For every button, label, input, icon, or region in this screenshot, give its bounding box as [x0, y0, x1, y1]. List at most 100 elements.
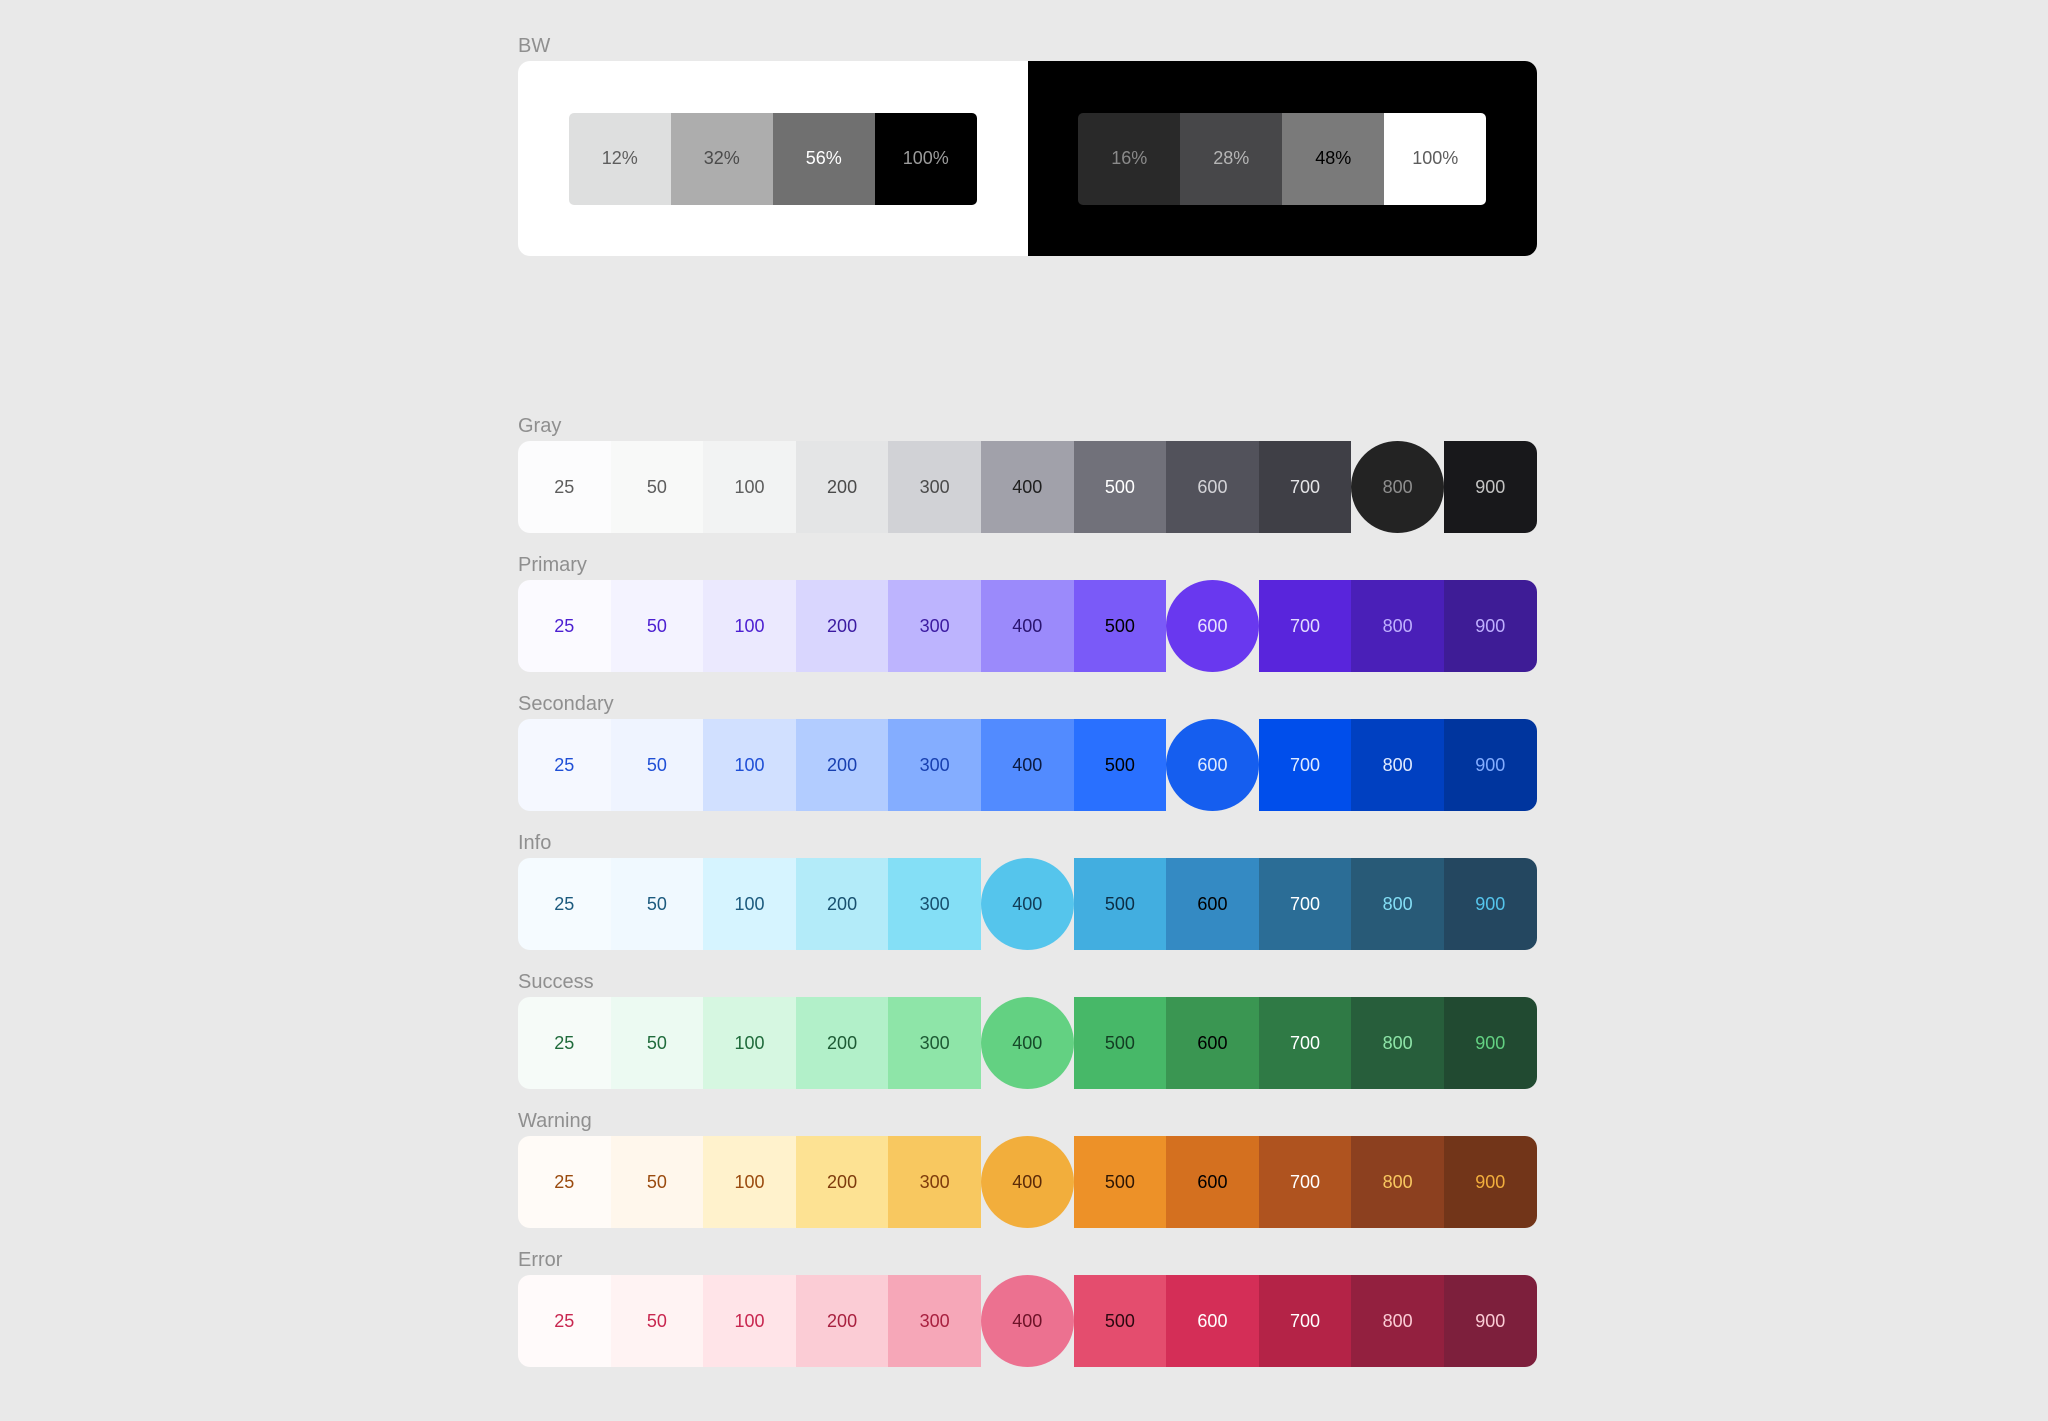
success-swatch-800: 800	[1351, 997, 1444, 1089]
gray-swatch-25: 25	[518, 441, 611, 533]
primary-palette-row: 25 50 100 200 300 400 500 600 700 800 900	[518, 580, 1537, 672]
gray-swatch-900: 900	[1443, 441, 1537, 533]
warning-swatch-700: 700	[1258, 1136, 1352, 1228]
info-swatch-100: 100	[703, 858, 796, 950]
secondary-label: Secondary	[518, 693, 614, 715]
warning-swatch-100: 100	[703, 1136, 796, 1228]
secondary-swatch-300: 300	[888, 719, 981, 811]
primary-swatch-500: 500	[1073, 580, 1167, 672]
gray-label: Gray	[518, 415, 562, 437]
bw-light-swatch: 32%	[670, 112, 773, 205]
primary-swatch-800: 800	[1351, 580, 1444, 672]
warning-swatch-300: 300	[888, 1136, 981, 1228]
gray-swatch-400: 400	[980, 441, 1074, 533]
success-label: Success	[518, 971, 594, 993]
bw-dark-swatch: 28%	[1180, 112, 1283, 205]
gray-swatch-700: 700	[1258, 441, 1352, 533]
bw-light-swatch: 100%	[874, 112, 977, 205]
secondary-swatch-200: 200	[795, 719, 889, 811]
primary-swatch-900: 900	[1443, 580, 1537, 672]
bw-dark-half: 16% 28% 48% 100%	[1027, 61, 1537, 256]
warning-palette-row: 25 50 100 200 300 400 500 600 700 800 900	[518, 1136, 1537, 1228]
error-swatch-300: 300	[888, 1275, 981, 1367]
secondary-swatch-400: 400	[980, 719, 1074, 811]
bw-light-half: 12% 32% 56% 100%	[518, 61, 1028, 256]
info-palette-row: 25 50 100 200 300 400 500 600 700 800 900	[518, 858, 1537, 950]
primary-swatch-25: 25	[518, 580, 611, 672]
info-swatch-300: 300	[888, 858, 981, 950]
primary-swatch-200: 200	[795, 580, 889, 672]
secondary-swatch-500: 500	[1073, 719, 1167, 811]
gray-swatch-50: 50	[610, 441, 704, 533]
primary-swatch-50: 50	[610, 580, 704, 672]
secondary-swatch-25: 25	[518, 719, 611, 811]
success-swatch-600: 600	[1166, 997, 1259, 1089]
warning-swatch-600: 600	[1166, 1136, 1259, 1228]
success-swatch-50: 50	[610, 997, 704, 1089]
info-label: Info	[518, 832, 552, 854]
info-swatch-700: 700	[1258, 858, 1352, 950]
error-swatch-700: 700	[1258, 1275, 1352, 1367]
bw-light-strip: 12% 32% 56% 100%	[568, 112, 977, 205]
secondary-palette-row: 25 50 100 200 300 400 500 600 700 800 900	[518, 719, 1537, 811]
gray-palette-row: 25 50 100 200 300 400 500 600 700 800 900	[518, 441, 1537, 533]
bw-light-swatch: 56%	[772, 112, 875, 205]
primary-label: Primary	[518, 554, 587, 576]
warning-swatch-400: 400	[980, 1136, 1074, 1228]
error-swatch-500: 500	[1073, 1275, 1167, 1367]
success-swatch-100: 100	[703, 997, 796, 1089]
warning-swatch-800: 800	[1351, 1136, 1444, 1228]
bw-panel: 12% 32% 56% 100% 16% 28% 48% 100%	[518, 61, 1537, 256]
gray-swatch-800: 800	[1351, 441, 1444, 533]
success-swatch-400: 400	[980, 997, 1074, 1089]
warning-swatch-500: 500	[1073, 1136, 1167, 1228]
gray-swatch-100: 100	[703, 441, 796, 533]
gray-swatch-300: 300	[888, 441, 981, 533]
info-swatch-25: 25	[518, 858, 611, 950]
error-swatch-600: 600	[1166, 1275, 1259, 1367]
primary-swatch-400: 400	[980, 580, 1074, 672]
success-swatch-900: 900	[1443, 997, 1537, 1089]
info-swatch-900: 900	[1443, 858, 1537, 950]
info-swatch-800: 800	[1351, 858, 1444, 950]
bw-label: BW	[518, 35, 551, 57]
gray-swatch-500: 500	[1073, 441, 1167, 533]
success-swatch-500: 500	[1073, 997, 1167, 1089]
warning-label: Warning	[518, 1110, 592, 1132]
warning-swatch-50: 50	[610, 1136, 704, 1228]
info-swatch-50: 50	[610, 858, 704, 950]
primary-swatch-300: 300	[888, 580, 981, 672]
info-swatch-200: 200	[795, 858, 889, 950]
warning-swatch-25: 25	[518, 1136, 611, 1228]
error-swatch-800: 800	[1351, 1275, 1444, 1367]
primary-swatch-100: 100	[703, 580, 796, 672]
secondary-swatch-100: 100	[703, 719, 796, 811]
success-swatch-25: 25	[518, 997, 611, 1089]
secondary-swatch-700: 700	[1258, 719, 1352, 811]
secondary-swatch-50: 50	[610, 719, 704, 811]
warning-swatch-200: 200	[795, 1136, 889, 1228]
info-swatch-600: 600	[1166, 858, 1259, 950]
success-palette-row: 25 50 100 200 300 400 500 600 700 800 900	[518, 997, 1537, 1089]
error-swatch-400: 400	[980, 1275, 1074, 1367]
info-swatch-400: 400	[980, 858, 1074, 950]
gray-swatch-600: 600	[1166, 441, 1259, 533]
secondary-swatch-800: 800	[1351, 719, 1444, 811]
gray-swatch-200: 200	[795, 441, 889, 533]
error-swatch-25: 25	[518, 1275, 611, 1367]
error-swatch-200: 200	[795, 1275, 889, 1367]
bw-light-swatch: 12%	[568, 112, 671, 205]
primary-swatch-600: 600	[1166, 580, 1259, 672]
error-label: Error	[518, 1249, 563, 1271]
info-swatch-500: 500	[1073, 858, 1167, 950]
secondary-swatch-600: 600	[1166, 719, 1259, 811]
error-swatch-900: 900	[1443, 1275, 1537, 1367]
bw-dark-swatch: 48%	[1282, 112, 1385, 205]
primary-swatch-700: 700	[1258, 580, 1352, 672]
error-swatch-100: 100	[703, 1275, 796, 1367]
success-swatch-300: 300	[888, 997, 981, 1089]
success-swatch-200: 200	[795, 997, 889, 1089]
warning-swatch-900: 900	[1443, 1136, 1537, 1228]
error-palette-row: 25 50 100 200 300 400 500 600 700 800 900	[518, 1275, 1537, 1367]
bw-dark-swatch: 16%	[1078, 112, 1181, 205]
